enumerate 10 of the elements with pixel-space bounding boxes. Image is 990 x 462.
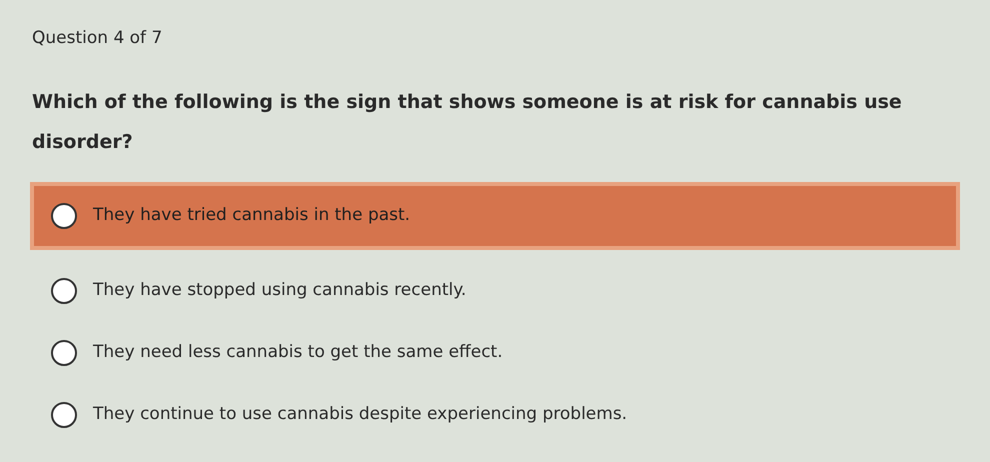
answer-option[interactable]: They have tried cannabis in the past. [30,182,960,250]
radio-button[interactable] [51,340,77,366]
question-text: Which of the following is the sign that shows someone is at risk for cannabis use disorder? [31,90,903,154]
answer-option[interactable]: They need less cannabis to get the same effect. [30,332,960,374]
radio-button[interactable] [51,278,77,304]
answer-option[interactable]: They continue to use cannabis despite experiencing problems. [30,394,960,436]
radio-button[interactable] [51,202,77,228]
radio-button[interactable] [51,402,77,428]
question-counter: Question 4 of 7 [32,27,164,50]
answer-option[interactable]: They have stopped using cannabis recently. [30,270,960,312]
